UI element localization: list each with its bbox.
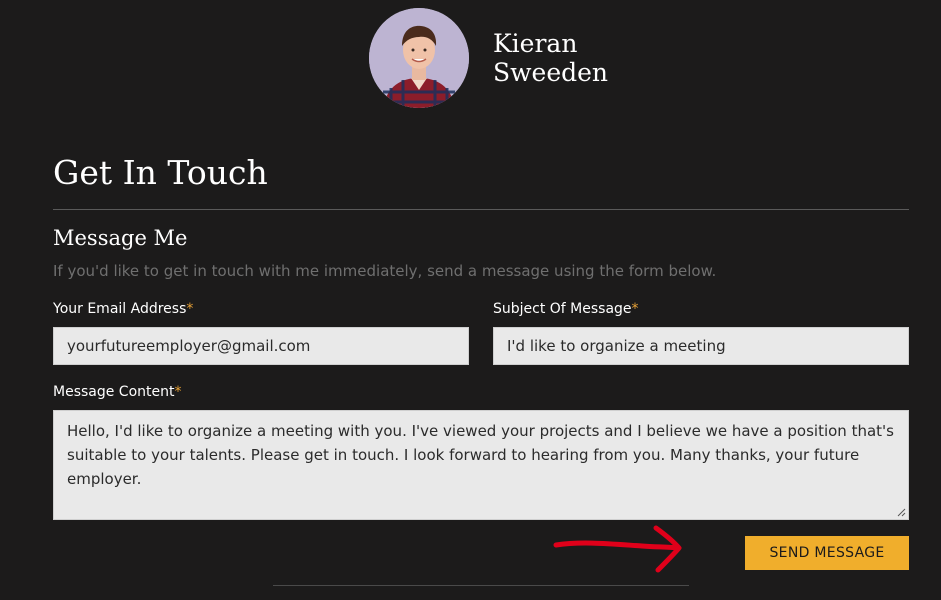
- footer-divider: [273, 585, 689, 586]
- message-textarea[interactable]: Hello, I'd like to organize a meeting wi…: [53, 410, 909, 520]
- subject-label: Subject Of Message*: [493, 300, 639, 318]
- resize-grip-icon[interactable]: [897, 508, 906, 517]
- email-label-text: Your Email Address: [53, 301, 187, 317]
- annotation-arrow-icon: [553, 525, 682, 573]
- form-heading: Message Me: [53, 226, 188, 250]
- form-intro: If you'd like to get in touch with me im…: [53, 262, 717, 280]
- subject-label-text: Subject Of Message: [493, 301, 632, 317]
- profile-name: Kieran Sweeden: [493, 29, 609, 87]
- subject-field[interactable]: I'd like to organize a meeting: [493, 327, 909, 365]
- required-marker: *: [631, 301, 639, 317]
- message-label-text: Message Content: [53, 384, 175, 400]
- message-label: Message Content*: [53, 383, 182, 401]
- profile-header: Kieran Sweeden: [369, 8, 643, 108]
- message-text: Hello, I'd like to organize a meeting wi…: [67, 422, 894, 488]
- email-label: Your Email Address*: [53, 300, 193, 318]
- email-field[interactable]: yourfutureemployer@gmail.com: [53, 327, 469, 365]
- avatar: [369, 8, 469, 108]
- required-marker: *: [174, 384, 182, 400]
- send-message-button[interactable]: SEND MESSAGE: [745, 536, 909, 570]
- contact-page: Kieran Sweeden Get In Touch Message Me I…: [0, 0, 941, 600]
- section-divider: [53, 209, 909, 210]
- required-marker: *: [186, 301, 194, 317]
- page-title: Get In Touch: [53, 153, 268, 192]
